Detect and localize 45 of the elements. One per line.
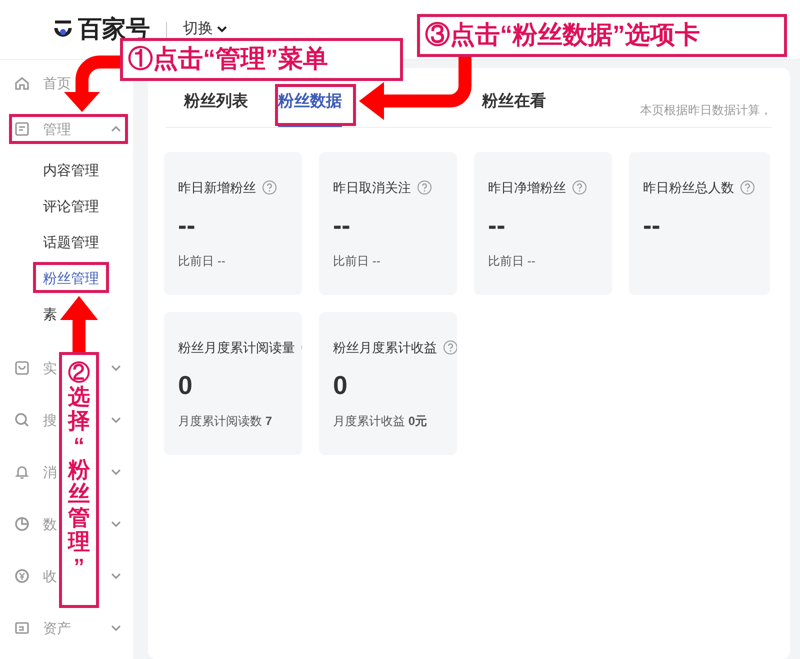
card-title: 昨日粉丝总人数 <box>643 179 734 197</box>
card-compare: 比前日 -- <box>333 252 382 270</box>
callout-label: ②选择“粉丝管理” <box>59 352 99 608</box>
chevron-down-icon <box>217 26 227 33</box>
bell-icon <box>14 464 30 480</box>
help-icon[interactable] <box>572 180 587 196</box>
submenu-item[interactable]: 内容管理 <box>0 152 133 188</box>
submenu-item[interactable]: 素 <box>0 296 133 332</box>
note-text: 本页根据昨日数据计算， <box>640 102 772 119</box>
help-icon[interactable] <box>740 180 755 196</box>
card-title: 粉丝月度累计阅读量 <box>178 339 295 357</box>
card-compare: 比前日 -- <box>178 252 226 270</box>
tab[interactable]: 粉丝数据 <box>278 90 342 127</box>
tab[interactable]: 粉丝列表 <box>184 90 248 127</box>
box-icon <box>14 360 30 376</box>
card-value: 0 <box>178 368 194 402</box>
card-value: -- <box>178 208 196 242</box>
yen-icon <box>14 568 30 584</box>
card-compare: 月度累计阅读数 7 <box>178 412 274 430</box>
callout-label: ①点击“管理”菜单 <box>120 38 403 81</box>
help-icon[interactable] <box>262 180 277 196</box>
card-title: 昨日新增粉丝 <box>178 179 256 197</box>
callout-label: ③点击“粉丝数据”选项卡 <box>417 14 787 57</box>
tab[interactable]: 粉丝在看 <box>482 90 546 127</box>
submenu-item[interactable]: 评论管理 <box>0 188 133 224</box>
wallet-icon <box>14 620 30 636</box>
arrow <box>60 296 98 355</box>
search-icon <box>14 412 30 428</box>
card-compare: 比前日 -- <box>488 252 536 270</box>
switch-dropdown[interactable]: 切换 <box>183 18 227 41</box>
card-compare: 月度累计收益 0元 <box>333 412 428 430</box>
pie-chart-icon <box>14 516 30 532</box>
submenu-item[interactable]: 话题管理 <box>0 224 133 260</box>
submenu-item[interactable]: 粉丝管理 <box>0 260 133 296</box>
home-icon <box>14 75 30 91</box>
card-value: -- <box>643 208 662 242</box>
help-icon[interactable] <box>417 180 432 196</box>
document-icon <box>14 121 30 137</box>
help-icon[interactable] <box>443 340 457 356</box>
card-title: 昨日净增粉丝 <box>488 179 566 197</box>
card-value: 0 <box>333 368 348 402</box>
card-title: 昨日取消关注 <box>333 179 411 197</box>
card-title: 粉丝月度累计收益 <box>333 339 437 357</box>
card-value: -- <box>333 208 352 242</box>
card-value: -- <box>488 208 506 242</box>
